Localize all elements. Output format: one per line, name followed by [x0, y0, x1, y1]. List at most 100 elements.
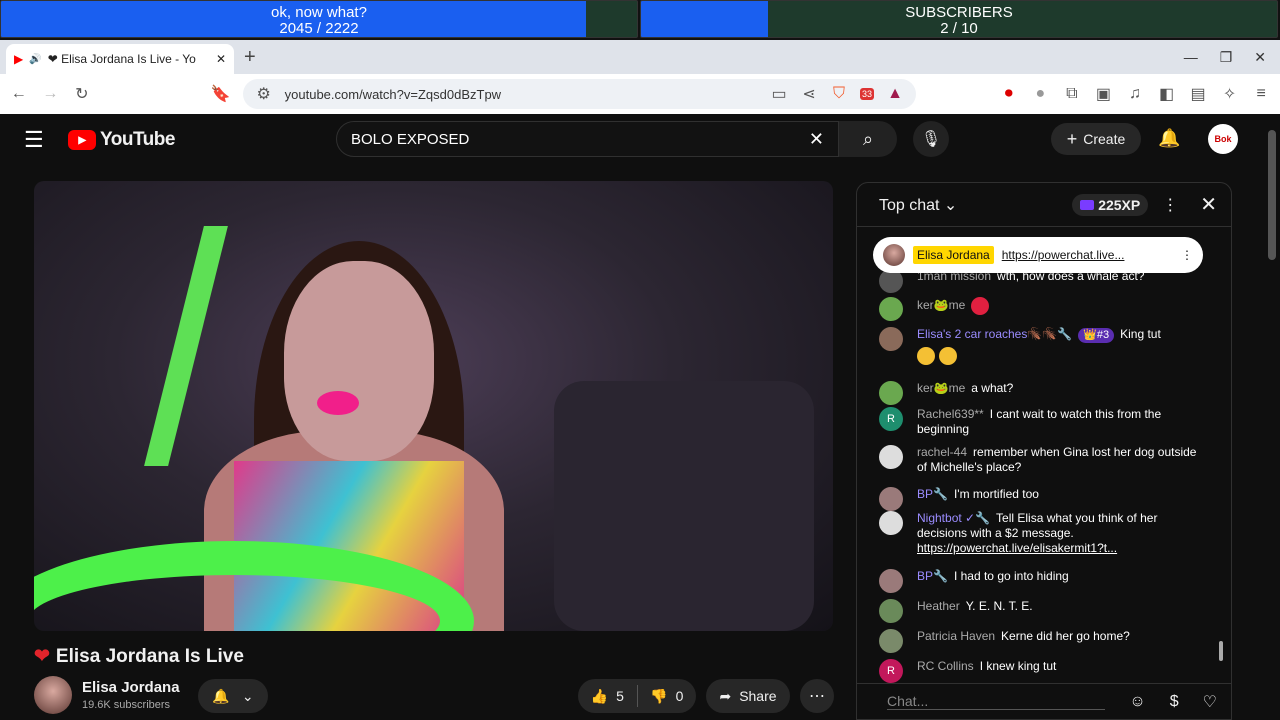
- audio-icon[interactable]: 🔊: [29, 54, 41, 65]
- bookmark-icon[interactable]: 🔖: [211, 84, 231, 104]
- minimize-icon[interactable]: —: [1184, 49, 1198, 66]
- like-button[interactable]: 👍 5: [578, 688, 637, 705]
- subscriber-count: 19.6K subscribers: [82, 699, 171, 711]
- chat-avatar[interactable]: [879, 599, 903, 623]
- close-chat-icon[interactable]: ✕: [1200, 192, 1217, 217]
- search-button[interactable]: ⌕: [839, 121, 897, 157]
- chat-avatar[interactable]: [879, 629, 903, 653]
- emoji-icon[interactable]: ☺: [1129, 693, 1145, 711]
- address-bar[interactable]: ⚙ youtube.com/watch?v=Zqsd0dBzTpw ▭ ⋖ ⛉ …: [242, 79, 917, 109]
- extensions-icon[interactable]: ⧉: [1063, 85, 1081, 103]
- leo-icon[interactable]: ✧: [1221, 84, 1239, 104]
- close-tab-icon[interactable]: ✕: [216, 52, 226, 66]
- brave-shield-icon[interactable]: ⛉: [830, 85, 848, 103]
- chat-message[interactable]: Elisa's 2 car roaches🪳🪳🔧 👑#3 King tut: [879, 327, 1197, 365]
- chat-author[interactable]: Patricia Haven: [917, 629, 995, 643]
- pinned-menu-icon[interactable]: ⋮: [1181, 248, 1193, 262]
- chat-text: I had to go into hiding: [953, 569, 1069, 583]
- chat-message[interactable]: ker🐸me: [879, 297, 1197, 321]
- chat-avatar[interactable]: [879, 445, 903, 469]
- chat-avatar[interactable]: R: [879, 407, 903, 431]
- chat-author[interactable]: Heather: [917, 599, 960, 613]
- url-text[interactable]: youtube.com/watch?v=Zqsd0dBzTpw: [285, 87, 758, 102]
- new-tab-button[interactable]: +: [244, 46, 256, 69]
- account-avatar[interactable]: Bok: [1208, 124, 1238, 154]
- goal-progress-bar: ok, now what? 2045 / 2222: [0, 0, 638, 38]
- rewards-icon[interactable]: ▲: [886, 85, 904, 103]
- goal-value: 2045 / 2222: [279, 20, 359, 37]
- chat-message[interactable]: BP🔧 I had to go into hiding: [879, 569, 1197, 593]
- notifications-bell-icon[interactable]: 🔔: [1158, 128, 1180, 149]
- restore-icon[interactable]: ❐: [1220, 49, 1233, 66]
- chat-message[interactable]: Patricia Haven Kerne did her go home?: [879, 629, 1197, 653]
- chat-author[interactable]: ker🐸me: [917, 381, 965, 395]
- browser-menu-icon[interactable]: ≡: [1252, 85, 1270, 103]
- chat-author[interactable]: Rachel639**: [917, 407, 984, 421]
- site-info-icon[interactable]: ⚙: [255, 84, 273, 104]
- video-player[interactable]: [34, 181, 833, 631]
- reload-icon[interactable]: ↻: [73, 84, 91, 104]
- channel-avatar[interactable]: [34, 676, 72, 714]
- youtube-logo[interactable]: ▶ YouTube: [68, 129, 175, 151]
- wallet-icon[interactable]: ▤: [1189, 84, 1207, 104]
- tab-search-icon[interactable]: ▣: [1095, 84, 1113, 104]
- chat-message[interactable]: ker🐸me a what?: [879, 381, 1197, 405]
- chat-message[interactable]: R Rachel639** I cant wait to watch this fr…: [879, 407, 1197, 437]
- search-query[interactable]: BOLO EXPOSED: [351, 131, 809, 148]
- create-button[interactable]: + Create: [1051, 123, 1141, 155]
- chat-link[interactable]: https://powerchat.live/elisakermit1?t...: [917, 541, 1117, 555]
- chat-avatar[interactable]: [879, 487, 903, 511]
- chat-avatar[interactable]: R: [879, 659, 903, 683]
- page-scrollbar[interactable]: [1268, 130, 1276, 260]
- top-chat-dropdown[interactable]: Top chat ⌄: [879, 195, 1072, 215]
- search-input[interactable]: BOLO EXPOSED ✕: [336, 121, 839, 157]
- voice-search-button[interactable]: 🎙: [913, 121, 949, 157]
- chat-avatar[interactable]: [879, 327, 903, 351]
- chat-message[interactable]: Nightbot ✓🔧 Tell Elisa what you think of …: [879, 511, 1197, 556]
- heart-icon: ❤: [34, 646, 50, 667]
- hamburger-menu-icon[interactable]: ☰: [24, 127, 46, 153]
- extension-gray-icon[interactable]: ●: [1032, 85, 1050, 103]
- xp-badge[interactable]: 225XP: [1072, 193, 1149, 216]
- chat-author[interactable]: RC Collins: [917, 659, 974, 673]
- chat-message[interactable]: Heather Y. E. N. T. E.: [879, 599, 1197, 623]
- back-icon[interactable]: ←: [10, 85, 28, 103]
- super-chat-icon[interactable]: $: [1170, 693, 1179, 711]
- thumbs-up-icon: 👍: [590, 687, 609, 704]
- pinned-message[interactable]: Elisa Jordana https://powerchat.live... …: [873, 237, 1203, 273]
- chat-author[interactable]: BP🔧: [917, 487, 948, 501]
- goal-title: ok, now what?: [271, 4, 367, 21]
- clear-search-icon[interactable]: ✕: [809, 129, 824, 150]
- chat-avatar[interactable]: [879, 381, 903, 405]
- close-window-icon[interactable]: ✕: [1254, 49, 1266, 66]
- heart-reaction-icon[interactable]: ♡: [1203, 692, 1217, 712]
- chat-avatar[interactable]: [879, 569, 903, 593]
- share-button[interactable]: ➦ Share: [706, 679, 790, 713]
- dislike-button[interactable]: 👎 0: [638, 688, 697, 705]
- chat-author[interactable]: BP🔧: [917, 569, 948, 583]
- chat-author[interactable]: Nightbot ✓🔧: [917, 511, 990, 525]
- more-actions-button[interactable]: ⋯: [800, 679, 834, 713]
- chat-avatar[interactable]: [879, 297, 903, 321]
- chat-message[interactable]: rachel-44 remember when Gina lost her dog…: [879, 445, 1197, 475]
- share-url-icon[interactable]: ⋖: [800, 84, 818, 104]
- chat-author[interactable]: Elisa's 2 car roaches🪳🪳🔧: [917, 327, 1072, 341]
- chat-message[interactable]: R RC Collins I knew king tut: [879, 659, 1197, 683]
- chat-menu-icon[interactable]: ⋮: [1162, 195, 1178, 215]
- pinned-link[interactable]: https://powerchat.live...: [1002, 248, 1173, 262]
- notification-button[interactable]: 🔔 ⌄: [198, 679, 268, 713]
- cast-icon[interactable]: ▭: [770, 84, 788, 104]
- chat-author[interactable]: rachel-44: [917, 445, 967, 459]
- tab-youtube[interactable]: ▶ 🔊 ❤ Elisa Jordana Is Live - Yo ✕: [6, 44, 234, 74]
- chat-scrollbar[interactable]: [1219, 233, 1223, 673]
- media-icon[interactable]: ♫: [1126, 85, 1144, 103]
- chat-author[interactable]: ker🐸me: [917, 298, 965, 312]
- sidebar-icon[interactable]: ◧: [1158, 84, 1176, 104]
- channel-name[interactable]: Elisa Jordana: [82, 679, 180, 696]
- chevron-down-icon: ⌄: [241, 687, 254, 704]
- extension-red-icon[interactable]: ⏺: [1000, 85, 1018, 103]
- chat-input[interactable]: Chat...: [887, 693, 1106, 710]
- forward-icon[interactable]: →: [42, 85, 60, 103]
- chat-message[interactable]: BP🔧 I'm mortified too: [879, 487, 1197, 511]
- chat-avatar[interactable]: [879, 511, 903, 535]
